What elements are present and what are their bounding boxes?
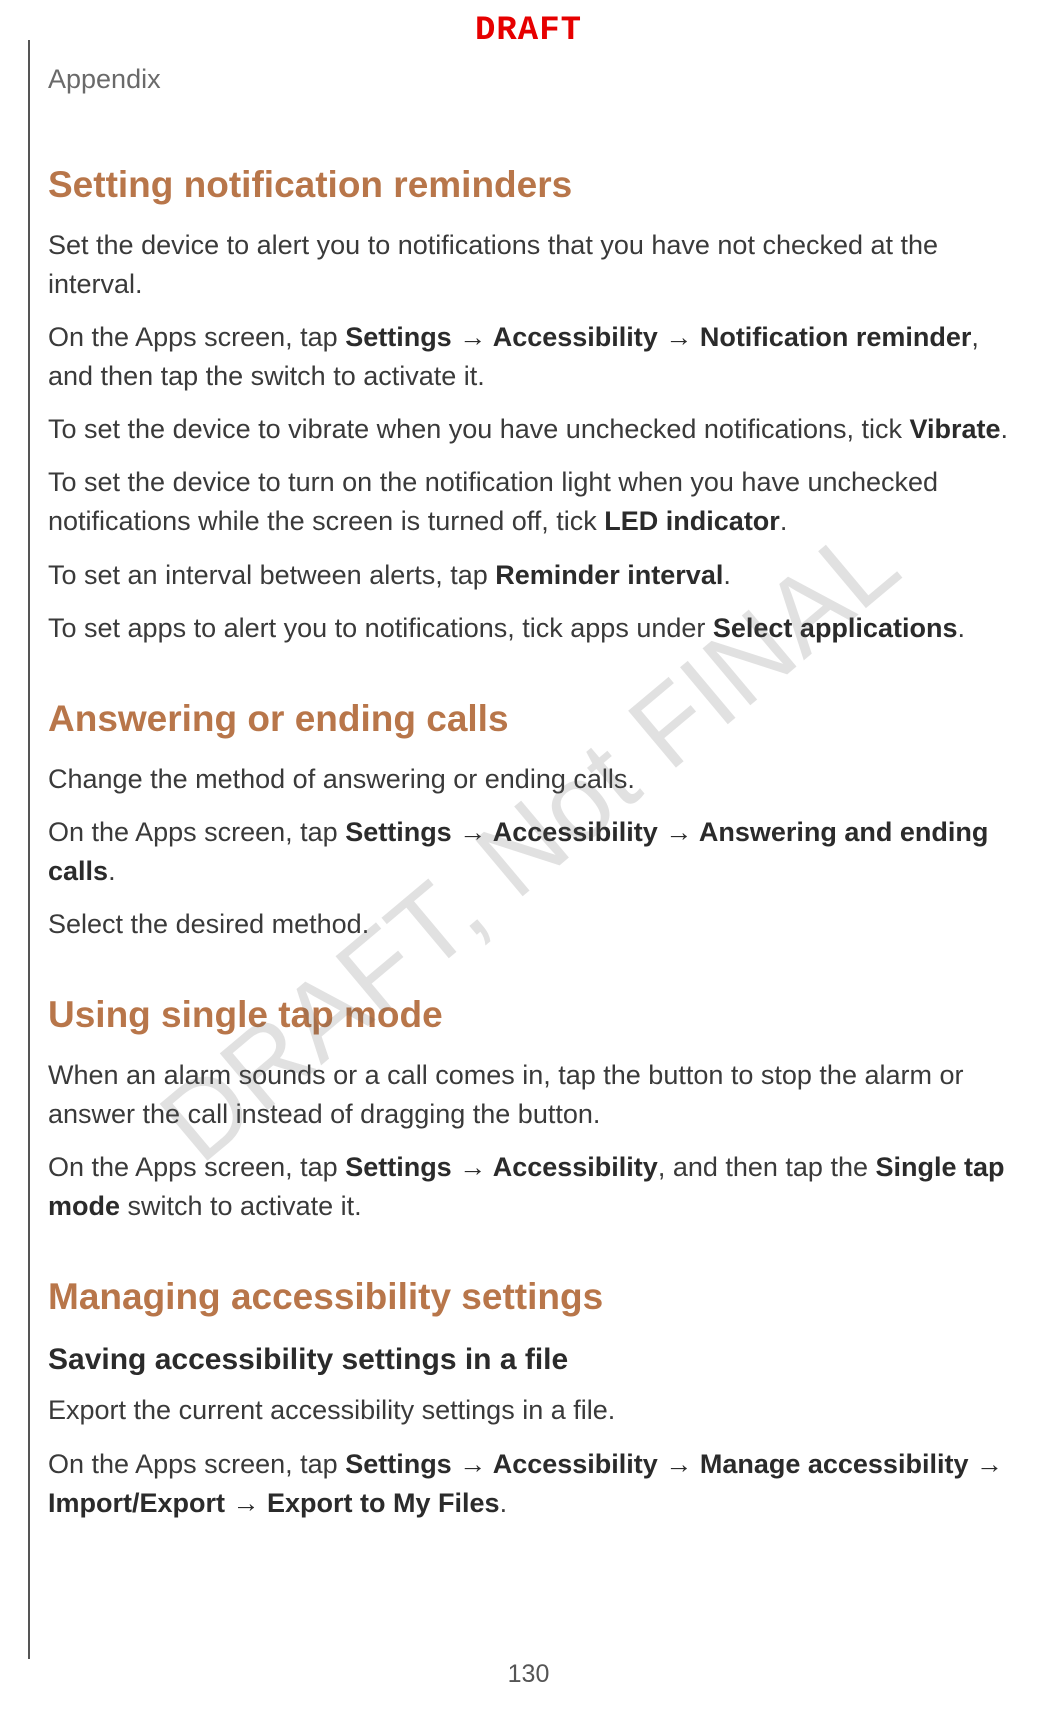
heading-notification-reminders: Setting notification reminders [48, 158, 1019, 212]
body-text: On the Apps screen, tap Settings → Acces… [48, 318, 1019, 396]
subheading-saving-settings: Saving accessibility settings in a file [48, 1338, 1019, 1382]
body-text: On the Apps screen, tap Settings → Acces… [48, 1148, 1019, 1226]
left-margin-rule [28, 40, 30, 1659]
body-text: When an alarm sounds or a call comes in,… [48, 1056, 1019, 1134]
heading-managing-accessibility: Managing accessibility settings [48, 1270, 1019, 1324]
body-text: To set the device to turn on the notific… [48, 463, 1019, 541]
body-text: On the Apps screen, tap Settings → Acces… [48, 1445, 1019, 1523]
section-tab-label: Appendix [48, 64, 161, 95]
body-text: Select the desired method. [48, 905, 1019, 944]
body-text: To set the device to vibrate when you ha… [48, 410, 1019, 449]
page-number: 130 [0, 1660, 1057, 1689]
section-answering-calls: Answering or ending calls Change the met… [48, 692, 1019, 944]
draft-header-label: DRAFT [0, 12, 1057, 50]
body-text: To set apps to alert you to notification… [48, 609, 1019, 648]
section-single-tap-mode: Using single tap mode When an alarm soun… [48, 988, 1019, 1226]
body-text: Set the device to alert you to notificat… [48, 226, 1019, 304]
document-page: DRAFT Appendix DRAFT, Not FINAL Setting … [0, 0, 1057, 1719]
body-text: To set an interval between alerts, tap R… [48, 556, 1019, 595]
heading-single-tap-mode: Using single tap mode [48, 988, 1019, 1042]
body-text: Export the current accessibility setting… [48, 1391, 1019, 1430]
body-text: Change the method of answering or ending… [48, 760, 1019, 799]
body-text: On the Apps screen, tap Settings → Acces… [48, 813, 1019, 891]
page-content: Setting notification reminders Set the d… [48, 158, 1019, 1537]
section-notification-reminders: Setting notification reminders Set the d… [48, 158, 1019, 648]
section-managing-accessibility: Managing accessibility settings Saving a… [48, 1270, 1019, 1523]
heading-answering-calls: Answering or ending calls [48, 692, 1019, 746]
